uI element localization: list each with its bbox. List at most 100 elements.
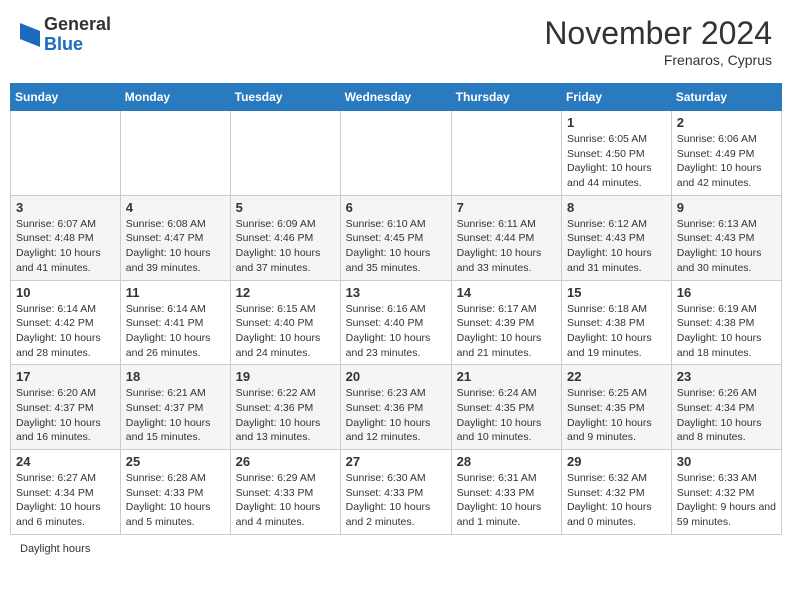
day-info: Sunrise: 6:31 AMSunset: 4:33 PMDaylight:… [457, 471, 556, 530]
calendar-cell: 22Sunrise: 6:25 AMSunset: 4:35 PMDayligh… [562, 365, 672, 450]
day-info: Sunrise: 6:28 AMSunset: 4:33 PMDaylight:… [126, 471, 225, 530]
day-number: 30 [677, 454, 776, 469]
calendar-cell [230, 111, 340, 196]
calendar-cell: 27 Sunrise: 6:30 AMSunset: 4:33 PMDayligh… [340, 450, 451, 535]
day-number: 2 [677, 115, 776, 130]
month-title: November 2024 [544, 15, 772, 52]
calendar: SundayMondayTuesdayWednesdayThursdayFrid… [10, 83, 782, 535]
calendar-cell [340, 111, 451, 196]
day-info: Sunrise: 6:21 AMSunset: 4:37 PMDaylight:… [126, 386, 225, 445]
day-number: 13 [346, 285, 446, 300]
day-info: Sunrise: 6:11 AMSunset: 4:44 PMDaylight:… [457, 217, 556, 276]
calendar-cell: 18 Sunrise: 6:21 AMSunset: 4:37 PMDayligh… [120, 365, 230, 450]
weekday-header: Wednesday [340, 84, 451, 111]
location: Frenaros, Cyprus [544, 52, 772, 68]
header: General Blue November 2024 Frenaros, Cyp… [10, 10, 782, 73]
logo-general-text: General [44, 15, 111, 35]
calendar-body: 1Sunrise: 6:05 AMSunset: 4:50 PMDaylight… [11, 111, 782, 535]
calendar-cell: 9Sunrise: 6:13 AMSunset: 4:43 PMDaylight… [671, 195, 781, 280]
day-info: Sunrise: 6:18 AMSunset: 4:38 PMDaylight:… [567, 302, 666, 361]
day-info: Sunrise: 6:09 AMSunset: 4:46 PMDaylight:… [236, 217, 335, 276]
day-number: 12 [236, 285, 335, 300]
day-number: 17 [16, 369, 115, 384]
day-number: 28 [457, 454, 556, 469]
calendar-cell: 1Sunrise: 6:05 AMSunset: 4:50 PMDaylight… [562, 111, 672, 196]
calendar-cell [120, 111, 230, 196]
calendar-cell: 24Sunrise: 6:27 AMSunset: 4:34 PMDayligh… [11, 450, 121, 535]
calendar-cell: 8Sunrise: 6:12 AMSunset: 4:43 PMDaylight… [562, 195, 672, 280]
calendar-cell: 13 Sunrise: 6:16 AMSunset: 4:40 PMDayligh… [340, 280, 451, 365]
calendar-cell: 23 Sunrise: 6:26 AMSunset: 4:34 PMDayligh… [671, 365, 781, 450]
weekday-header: Tuesday [230, 84, 340, 111]
weekday-row: SundayMondayTuesdayWednesdayThursdayFrid… [11, 84, 782, 111]
day-info: Sunrise: 6:16 AMSunset: 4:40 PMDaylight:… [346, 302, 446, 361]
day-number: 7 [457, 200, 556, 215]
calendar-cell: 28 Sunrise: 6:31 AMSunset: 4:33 PMDayligh… [451, 450, 561, 535]
day-info: Sunrise: 6:23 AMSunset: 4:36 PMDaylight:… [346, 386, 446, 445]
day-info: Sunrise: 6:19 AMSunset: 4:38 PMDaylight:… [677, 302, 776, 361]
calendar-cell [11, 111, 121, 196]
calendar-cell: 12 Sunrise: 6:15 AMSunset: 4:40 PMDayligh… [230, 280, 340, 365]
weekday-header: Sunday [11, 84, 121, 111]
day-info: Sunrise: 6:22 AMSunset: 4:36 PMDaylight:… [236, 386, 335, 445]
calendar-cell: 7 Sunrise: 6:11 AMSunset: 4:44 PMDaylight… [451, 195, 561, 280]
day-info: Sunrise: 6:33 AMSunset: 4:32 PMDaylight:… [677, 471, 776, 530]
calendar-cell: 14Sunrise: 6:17 AMSunset: 4:39 PMDayligh… [451, 280, 561, 365]
day-number: 18 [126, 369, 225, 384]
calendar-cell: 10Sunrise: 6:14 AMSunset: 4:42 PMDayligh… [11, 280, 121, 365]
day-number: 23 [677, 369, 776, 384]
calendar-header: SundayMondayTuesdayWednesdayThursdayFrid… [11, 84, 782, 111]
day-info: Sunrise: 6:30 AMSunset: 4:33 PMDaylight:… [346, 471, 446, 530]
day-info: Sunrise: 6:25 AMSunset: 4:35 PMDaylight:… [567, 386, 666, 445]
calendar-week: 24Sunrise: 6:27 AMSunset: 4:34 PMDayligh… [11, 450, 782, 535]
day-info: Sunrise: 6:24 AMSunset: 4:35 PMDaylight:… [457, 386, 556, 445]
day-info: Sunrise: 6:15 AMSunset: 4:40 PMDaylight:… [236, 302, 335, 361]
calendar-cell: 3Sunrise: 6:07 AMSunset: 4:48 PMDaylight… [11, 195, 121, 280]
calendar-week: 1Sunrise: 6:05 AMSunset: 4:50 PMDaylight… [11, 111, 782, 196]
day-info: Sunrise: 6:06 AMSunset: 4:49 PMDaylight:… [677, 132, 776, 191]
weekday-header: Thursday [451, 84, 561, 111]
footer: Daylight hours [10, 543, 782, 555]
day-number: 16 [677, 285, 776, 300]
calendar-cell: 6Sunrise: 6:10 AMSunset: 4:45 PMDaylight… [340, 195, 451, 280]
calendar-cell: 26Sunrise: 6:29 AMSunset: 4:33 PMDayligh… [230, 450, 340, 535]
day-info: Sunrise: 6:12 AMSunset: 4:43 PMDaylight:… [567, 217, 666, 276]
calendar-cell: 16 Sunrise: 6:19 AMSunset: 4:38 PMDayligh… [671, 280, 781, 365]
title-area: November 2024 Frenaros, Cyprus [544, 15, 772, 68]
logo-text: General Blue [44, 15, 111, 55]
day-info: Sunrise: 6:08 AMSunset: 4:47 PMDaylight:… [126, 217, 225, 276]
day-number: 3 [16, 200, 115, 215]
day-number: 27 [346, 454, 446, 469]
calendar-cell: 29 Sunrise: 6:32 AMSunset: 4:32 PMDayligh… [562, 450, 672, 535]
calendar-cell: 5 Sunrise: 6:09 AMSunset: 4:46 PMDaylight… [230, 195, 340, 280]
day-number: 20 [346, 369, 446, 384]
weekday-header: Monday [120, 84, 230, 111]
day-info: Sunrise: 6:14 AMSunset: 4:41 PMDaylight:… [126, 302, 225, 361]
day-number: 6 [346, 200, 446, 215]
daylight-hours-label: Daylight hours [20, 543, 90, 555]
logo: General Blue [20, 15, 111, 55]
day-info: Sunrise: 6:32 AMSunset: 4:32 PMDaylight:… [567, 471, 666, 530]
day-info: Sunrise: 6:26 AMSunset: 4:34 PMDaylight:… [677, 386, 776, 445]
logo-blue-text: Blue [44, 35, 111, 55]
day-number: 11 [126, 285, 225, 300]
day-info: Sunrise: 6:20 AMSunset: 4:37 PMDaylight:… [16, 386, 115, 445]
weekday-header: Friday [562, 84, 672, 111]
day-number: 14 [457, 285, 556, 300]
calendar-cell [451, 111, 561, 196]
day-info: Sunrise: 6:13 AMSunset: 4:43 PMDaylight:… [677, 217, 776, 276]
calendar-cell: 21Sunrise: 6:24 AMSunset: 4:35 PMDayligh… [451, 365, 561, 450]
calendar-cell: 25Sunrise: 6:28 AMSunset: 4:33 PMDayligh… [120, 450, 230, 535]
day-info: Sunrise: 6:14 AMSunset: 4:42 PMDaylight:… [16, 302, 115, 361]
weekday-header: Saturday [671, 84, 781, 111]
day-number: 29 [567, 454, 666, 469]
calendar-cell: 15Sunrise: 6:18 AMSunset: 4:38 PMDayligh… [562, 280, 672, 365]
calendar-cell: 4Sunrise: 6:08 AMSunset: 4:47 PMDaylight… [120, 195, 230, 280]
calendar-cell: 19 Sunrise: 6:22 AMSunset: 4:36 PMDayligh… [230, 365, 340, 450]
calendar-cell: 11 Sunrise: 6:14 AMSunset: 4:41 PMDayligh… [120, 280, 230, 365]
day-number: 24 [16, 454, 115, 469]
day-number: 19 [236, 369, 335, 384]
day-info: Sunrise: 6:29 AMSunset: 4:33 PMDaylight:… [236, 471, 335, 530]
calendar-cell: 20 Sunrise: 6:23 AMSunset: 4:36 PMDayligh… [340, 365, 451, 450]
day-number: 5 [236, 200, 335, 215]
